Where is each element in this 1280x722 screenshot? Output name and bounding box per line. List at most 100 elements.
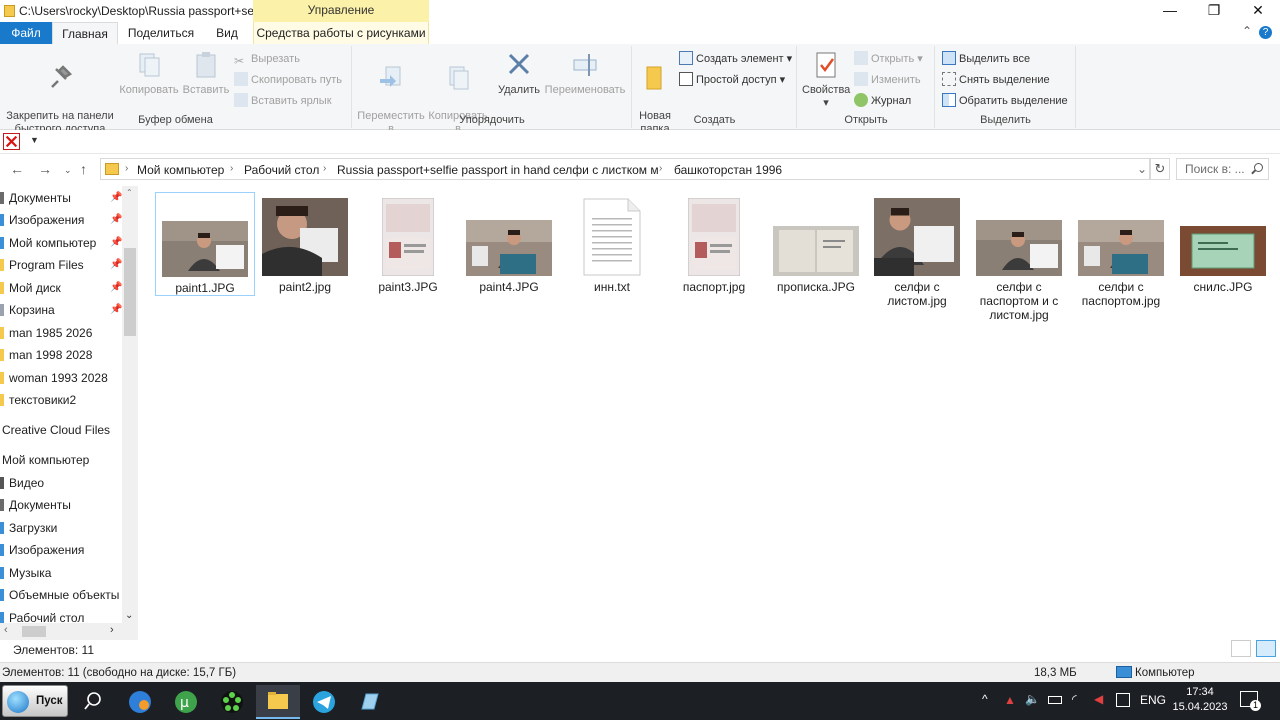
breadcrumb-item[interactable]: башкоторстан 1996 bbox=[674, 163, 782, 177]
address-bar[interactable]: › Мой компьютер › Рабочий стол › Russia … bbox=[100, 158, 1150, 180]
sidebar-item[interactable]: Объемные объекты bbox=[0, 584, 122, 606]
sidebar-item[interactable]: Документы bbox=[0, 494, 122, 516]
sidebar-item[interactable]: Мой компьютер 📌 bbox=[0, 232, 122, 254]
delete-button[interactable]: Удалить bbox=[495, 50, 543, 97]
breadcrumb-item[interactable]: Рабочий стол bbox=[244, 163, 319, 177]
context-tab-manage[interactable]: Управление bbox=[253, 0, 429, 22]
sidebar-item[interactable]: Загрузки bbox=[0, 517, 122, 539]
new-item-button[interactable]: Создать элемент ▾ bbox=[679, 50, 792, 68]
explorer-taskbar-icon[interactable] bbox=[256, 685, 300, 719]
file-tile[interactable]: селфи с листом.jpg bbox=[867, 192, 967, 308]
sidebar-item[interactable]: Мой компьютер bbox=[0, 449, 122, 471]
open-button[interactable]: Открыть ▾ bbox=[854, 50, 923, 68]
refresh-icon[interactable]: ↻ bbox=[1150, 158, 1170, 180]
language-indicator[interactable]: ENG bbox=[1140, 693, 1166, 707]
pin-icon: 📌 bbox=[110, 259, 123, 270]
chevron-down-icon[interactable]: ⌄ bbox=[1137, 162, 1147, 176]
paste-button[interactable]: Вставить bbox=[180, 50, 232, 97]
recent-chevron-icon[interactable]: ⌄ bbox=[64, 165, 72, 176]
browser-taskbar-icon[interactable] bbox=[118, 685, 162, 719]
telegram-taskbar-icon[interactable] bbox=[302, 685, 346, 719]
details-view-icon[interactable] bbox=[1230, 640, 1251, 657]
tab-home[interactable]: Главная bbox=[52, 22, 118, 44]
easy-access-button[interactable]: Простой доступ ▾ bbox=[679, 71, 785, 89]
show-hidden-icons-icon[interactable]: ^ bbox=[982, 692, 988, 706]
scroll-left-icon[interactable]: ‹ bbox=[4, 624, 8, 636]
scroll-thumb[interactable] bbox=[124, 248, 136, 336]
breadcrumb-item[interactable]: Мой компьютер bbox=[137, 163, 224, 177]
search-input[interactable]: Поиск в: ... bbox=[1176, 158, 1269, 180]
copy-button[interactable]: Копировать bbox=[118, 50, 180, 97]
file-tile[interactable]: paint3.JPG bbox=[358, 192, 458, 294]
network-warning-icon[interactable]: ▲ bbox=[1004, 693, 1016, 707]
volume-icon[interactable]: 🔈 bbox=[1025, 692, 1040, 706]
sidebar-item[interactable]: Музыка bbox=[0, 562, 122, 584]
sidebar-item[interactable]: Изображения bbox=[0, 539, 122, 561]
file-tile[interactable]: paint2.jpg bbox=[255, 192, 355, 294]
file-tile[interactable]: инн.txt bbox=[562, 192, 662, 294]
sidebar-item[interactable]: Изображения 📌 bbox=[0, 209, 122, 231]
up-arrow-icon[interactable]: ↑ bbox=[80, 161, 87, 177]
sidebar-item[interactable]: Program Files 📌 bbox=[0, 254, 122, 276]
invert-selection-button[interactable]: Обратить выделение bbox=[942, 92, 1068, 110]
maximize-button[interactable]: ❐ bbox=[1192, 0, 1236, 20]
paste-shortcut-button[interactable]: Вставить ярлык bbox=[234, 92, 332, 110]
sidebar-item[interactable]: Корзина 📌 bbox=[0, 299, 122, 321]
breadcrumb-item[interactable]: селфи с листком м bbox=[553, 163, 659, 177]
help-icon[interactable]: ? bbox=[1259, 26, 1272, 39]
scroll-down-icon[interactable]: ⌄ bbox=[125, 610, 133, 621]
sidebar-item[interactable]: woman 1993 2028 bbox=[0, 367, 122, 389]
sidebar-item[interactable]: man 1985 2026 bbox=[0, 322, 122, 344]
rename-button[interactable]: Переименовать bbox=[543, 50, 627, 97]
scroll-up-icon[interactable]: ⌃ bbox=[126, 188, 133, 197]
clock[interactable]: 17:34 15.04.2023 bbox=[1170, 685, 1230, 715]
search-taskbar-icon[interactable] bbox=[72, 685, 116, 719]
speaker-red-icon[interactable]: ◀ bbox=[1094, 692, 1103, 706]
select-none-button[interactable]: Снять выделение bbox=[942, 71, 1050, 89]
file-tile[interactable]: снилс.JPG bbox=[1173, 192, 1273, 294]
file-tile[interactable]: прописка.JPG bbox=[766, 192, 866, 294]
properties-button[interactable]: Свойства ▾ bbox=[802, 50, 850, 110]
sidebar-item[interactable]: man 1998 2028 bbox=[0, 344, 122, 366]
minimize-button[interactable]: — bbox=[1148, 0, 1192, 20]
wifi-icon[interactable]: ◜ bbox=[1072, 692, 1077, 706]
chevron-up-icon[interactable]: ⌃ bbox=[1242, 24, 1252, 38]
back-arrow-icon[interactable]: ← bbox=[10, 161, 24, 177]
tab-view[interactable]: Вид bbox=[204, 22, 250, 44]
start-button[interactable]: Пуск bbox=[2, 685, 68, 717]
file-tile[interactable]: селфи с паспортом.jpg bbox=[1071, 192, 1171, 308]
tab-share[interactable]: Поделиться bbox=[122, 22, 200, 44]
notifications-icon[interactable]: 1 bbox=[1240, 691, 1261, 711]
close-button[interactable]: ✕ bbox=[1236, 0, 1280, 20]
folder-icon bbox=[0, 304, 4, 316]
sidebar-item[interactable]: Документы 📌 bbox=[0, 187, 122, 209]
sidebar-item[interactable]: текстовики2 bbox=[0, 389, 122, 411]
sidebar-item[interactable]: Creative Cloud Files bbox=[0, 419, 122, 441]
notepad-taskbar-icon[interactable] bbox=[348, 685, 392, 719]
chevron-down-icon[interactable]: ▼ bbox=[30, 135, 39, 145]
sidebar-item[interactable]: Мой диск 📌 bbox=[0, 277, 122, 299]
file-tile[interactable]: paint1.JPG bbox=[155, 192, 255, 296]
tab-file[interactable]: Файл bbox=[0, 22, 52, 44]
sidebar-item[interactable]: Видео bbox=[0, 472, 122, 494]
scroll-thumb[interactable] bbox=[22, 626, 46, 637]
select-all-button[interactable]: Выделить все bbox=[942, 50, 1030, 68]
delete-red-icon[interactable] bbox=[3, 133, 20, 150]
copy-path-button[interactable]: Скопировать путь bbox=[234, 71, 342, 89]
security-icon[interactable] bbox=[1116, 693, 1130, 707]
history-button[interactable]: Журнал bbox=[854, 92, 911, 110]
file-tile[interactable]: селфи с паспортом и с листом.jpg bbox=[969, 192, 1069, 322]
file-tile[interactable]: paint4.JPG bbox=[459, 192, 559, 294]
utorrent-taskbar-icon[interactable]: µ bbox=[164, 685, 208, 719]
tab-picture-tools[interactable]: Средства работы с рисунками bbox=[253, 22, 429, 44]
cut-button[interactable]: ✂ Вырезать bbox=[234, 50, 300, 68]
edit-button[interactable]: Изменить bbox=[854, 71, 921, 89]
scroll-right-icon[interactable]: › bbox=[110, 624, 114, 636]
forward-arrow-icon[interactable]: → bbox=[38, 161, 52, 177]
nav-vertical-scrollbar[interactable]: ⌃ ⌄ bbox=[122, 186, 138, 623]
battery-icon[interactable] bbox=[1048, 696, 1062, 704]
breadcrumb-item[interactable]: Russia passport+selfie passport in hand bbox=[337, 163, 550, 177]
file-tile[interactable]: паспорт.jpg bbox=[664, 192, 764, 294]
large-icons-view-icon[interactable] bbox=[1256, 640, 1276, 657]
icq-taskbar-icon[interactable] bbox=[210, 685, 254, 719]
